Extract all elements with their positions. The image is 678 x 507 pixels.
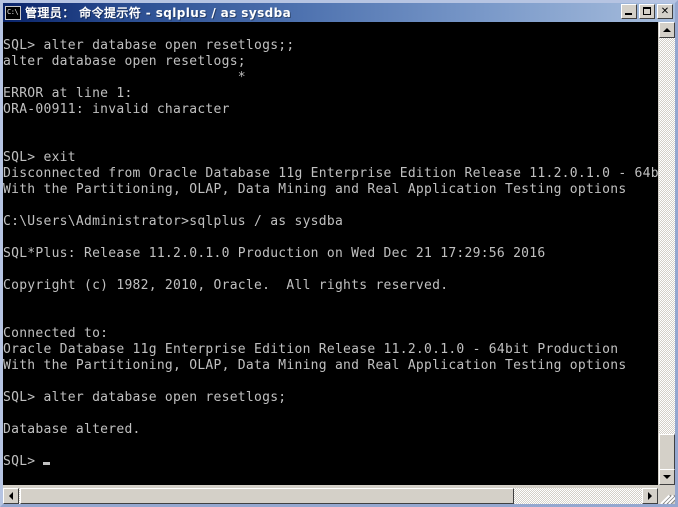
terminal-line: * bbox=[3, 70, 246, 85]
console-window: C:\ 管理员： 命令提示符 - sqlplus / as sysdba ✕ S… bbox=[0, 0, 678, 507]
maximize-button[interactable] bbox=[639, 4, 655, 19]
window-title: 管理员： 命令提示符 - sqlplus / as sysdba bbox=[25, 6, 292, 20]
chevron-up-icon bbox=[663, 28, 671, 32]
terminal-line: Disconnected from Oracle Database 11g En… bbox=[3, 166, 658, 181]
terminal-line: Copyright (c) 1982, 2010, Oracle. All ri… bbox=[3, 278, 449, 293]
minimize-button[interactable] bbox=[621, 4, 637, 19]
terminal-line: ORA-00911: invalid character bbox=[3, 102, 230, 117]
vertical-scrollbar[interactable] bbox=[658, 22, 675, 485]
chevron-down-icon bbox=[663, 475, 671, 479]
terminal-line: Database altered. bbox=[3, 422, 141, 437]
terminal-line: With the Partitioning, OLAP, Data Mining… bbox=[3, 358, 627, 373]
terminal-line: SQL> bbox=[3, 454, 658, 470]
maximize-icon bbox=[643, 7, 651, 15]
terminal-line: alter database open resetlogs; bbox=[3, 54, 246, 69]
terminal-line: SQL*Plus: Release 11.2.0.1.0 Production … bbox=[3, 246, 546, 261]
scroll-left-button[interactable] bbox=[3, 488, 19, 504]
close-icon: ✕ bbox=[660, 6, 670, 17]
minimize-icon bbox=[625, 13, 632, 15]
terminal-line: Connected to: bbox=[3, 326, 109, 341]
horizontal-scroll-thumb[interactable] bbox=[20, 488, 514, 504]
scroll-down-button[interactable] bbox=[659, 469, 675, 485]
terminal-line: SQL> exit bbox=[3, 150, 76, 165]
close-button[interactable]: ✕ bbox=[657, 4, 673, 19]
text-cursor bbox=[43, 462, 51, 465]
client-area: SQL> alter database open resetlogs;; alte… bbox=[3, 22, 675, 504]
terminal-line: Oracle Database 11g Enterprise Edition R… bbox=[3, 342, 619, 357]
scroll-up-button[interactable] bbox=[659, 22, 675, 38]
horizontal-scrollbar[interactable] bbox=[3, 487, 658, 504]
resize-grip[interactable] bbox=[658, 487, 675, 504]
terminal-line: ERROR at line 1: bbox=[3, 86, 133, 101]
title-bar[interactable]: C:\ 管理员： 命令提示符 - sqlplus / as sysdba ✕ bbox=[3, 3, 675, 22]
chevron-left-icon bbox=[9, 492, 13, 500]
console-icon[interactable]: C:\ bbox=[5, 5, 21, 20]
console-output[interactable]: SQL> alter database open resetlogs;; alte… bbox=[3, 22, 658, 485]
terminal-line: C:\Users\Administrator>sqlplus / as sysd… bbox=[3, 214, 344, 229]
window-controls: ✕ bbox=[621, 4, 673, 19]
terminal-line: With the Partitioning, OLAP, Data Mining… bbox=[3, 182, 627, 197]
chevron-right-icon bbox=[648, 492, 652, 500]
console-icon-label: C:\ bbox=[7, 7, 19, 16]
terminal-line: SQL> alter database open resetlogs; bbox=[3, 390, 287, 405]
scroll-right-button[interactable] bbox=[642, 488, 658, 504]
terminal-line: SQL> alter database open resetlogs;; bbox=[3, 38, 295, 53]
terminal-text: SQL> alter database open resetlogs;; alte… bbox=[3, 22, 658, 470]
